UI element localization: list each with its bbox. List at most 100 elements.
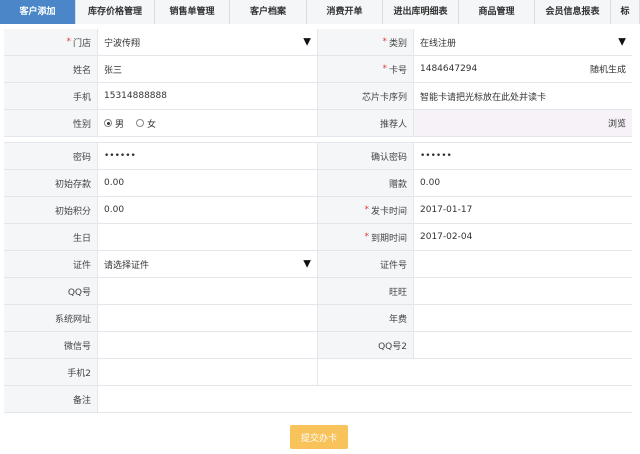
expire-date-input[interactable]: 2017-02-04: [414, 224, 632, 250]
row-qq: QQ号 旺旺: [4, 278, 632, 305]
required-mark: *: [66, 37, 71, 47]
tab-more[interactable]: 标: [611, 0, 640, 24]
referrer-input[interactable]: 浏览: [414, 110, 632, 136]
qq-label: QQ号: [4, 278, 98, 304]
gender-label: 性别: [4, 110, 98, 136]
row-points: 初始积分 0.00 * 发卡时间 2017-01-17: [4, 197, 632, 224]
row-wechat: 微信号 QQ号2: [4, 332, 632, 359]
required-mark: *: [382, 37, 387, 47]
issue-date-value: 2017-01-17: [420, 205, 473, 215]
tab-customer-archive[interactable]: 客户档案: [230, 0, 307, 24]
phone-label: 手机: [4, 83, 98, 109]
password-value: ••••••: [104, 151, 136, 161]
name-label: 姓名: [4, 56, 98, 82]
card-input[interactable]: 1484647294 随机生成: [414, 56, 632, 82]
store-label: * 门店: [4, 29, 98, 55]
certificate-number-label: 证件号: [318, 251, 414, 277]
chip-label: 芯片卡序列: [318, 83, 414, 109]
tab-stock-detail[interactable]: 进出库明细表: [383, 0, 459, 24]
certificate-number-input[interactable]: [414, 251, 632, 277]
points-input[interactable]: 0.00: [98, 197, 318, 223]
phone2-label: 手机2: [4, 359, 98, 385]
certificate-label: 证件: [4, 251, 98, 277]
name-input[interactable]: 张三: [98, 56, 318, 82]
row-birthday: 生日 * 到期时间 2017-02-04: [4, 224, 632, 251]
note-input[interactable]: [98, 386, 632, 412]
tab-consume-order[interactable]: 消费开单: [307, 0, 383, 24]
annual-fee-label: 年费: [318, 305, 414, 331]
deposit-input[interactable]: 0.00: [98, 170, 318, 196]
chip-hint: 智能卡请把光标放在此处并读卡: [420, 92, 547, 103]
row-password: 密码 •••••• 确认密码 ••••••: [4, 143, 632, 170]
phone-value: 15314888888: [104, 91, 167, 101]
gender-male-radio[interactable]: 男: [104, 117, 124, 130]
row-phone2: 手机2: [4, 359, 632, 386]
tab-product-manage[interactable]: 商品管理: [459, 0, 535, 24]
deposit-value: 0.00: [104, 178, 125, 188]
referrer-label: 推荐人: [318, 110, 414, 136]
expire-date-value: 2017-02-04: [420, 232, 473, 242]
gender-group: 男 女: [98, 110, 318, 136]
wechat-label: 微信号: [4, 332, 98, 358]
certificate-value: 请选择证件: [104, 260, 150, 271]
qq2-label: QQ号2: [318, 332, 414, 358]
store-select[interactable]: 宁波传翔 ▼: [98, 29, 318, 55]
points-label: 初始积分: [4, 197, 98, 223]
qq-input[interactable]: [98, 278, 318, 304]
qq2-input[interactable]: [414, 332, 632, 358]
chevron-down-icon: ▼: [303, 258, 311, 270]
wangwang-input[interactable]: [414, 278, 632, 304]
category-label: * 类别: [318, 29, 414, 55]
required-mark: *: [364, 205, 369, 215]
radio-unchecked-icon: [136, 119, 145, 127]
category-value: 在线注册: [420, 38, 457, 49]
phone-input[interactable]: 15314888888: [98, 83, 318, 109]
card-label: * 卡号: [318, 56, 414, 82]
website-label: 系统网址: [4, 305, 98, 331]
issue-date-input[interactable]: 2017-01-17: [414, 197, 632, 223]
gift-label: 赠款: [318, 170, 414, 196]
chevron-down-icon: ▼: [303, 36, 311, 48]
store-label-text: 门店: [72, 38, 91, 49]
wechat-input[interactable]: [98, 332, 318, 358]
tab-sales-order[interactable]: 销售单管理: [155, 0, 230, 24]
customer-form: * 门店 宁波传翔 ▼ * 类别 在线注册 ▼ 姓名 张三 * 卡号 1484647294…: [4, 29, 632, 413]
chip-input[interactable]: 智能卡请把光标放在此处并读卡: [414, 83, 632, 109]
required-mark: *: [382, 64, 387, 74]
note-label: 备注: [4, 386, 98, 412]
random-generate-button[interactable]: 随机生成: [590, 63, 626, 76]
website-input[interactable]: [98, 305, 318, 331]
password-input[interactable]: ••••••: [98, 143, 318, 169]
issue-date-label-text: 发卡时间: [370, 206, 407, 217]
row-note: 备注: [4, 386, 632, 413]
phone2-input[interactable]: [98, 359, 318, 385]
gender-female-label: 女: [147, 119, 157, 130]
row-website: 系统网址 年费: [4, 305, 632, 332]
row-store: * 门店 宁波传翔 ▼ * 类别 在线注册 ▼: [4, 29, 632, 56]
tab-member-report[interactable]: 会员信息报表: [535, 0, 611, 24]
birthday-input[interactable]: [98, 224, 318, 250]
gender-female-radio[interactable]: 女: [136, 117, 156, 130]
annual-fee-input[interactable]: [414, 305, 632, 331]
birthday-label: 生日: [4, 224, 98, 250]
submit-card-button[interactable]: 提交办卡: [290, 425, 348, 449]
browse-button[interactable]: 浏览: [608, 117, 626, 130]
password-label: 密码: [4, 143, 98, 169]
row-certificate: 证件 请选择证件 ▼ 证件号: [4, 251, 632, 278]
category-select[interactable]: 在线注册 ▼: [414, 29, 632, 55]
deposit-label: 初始存款: [4, 170, 98, 196]
row-deposit: 初始存款 0.00 赠款 0.00: [4, 170, 632, 197]
tab-bar: 客户添加 库存价格管理 销售单管理 客户档案 消费开单 进出库明细表 商品管理 …: [0, 0, 640, 24]
card-label-text: 卡号: [388, 65, 407, 76]
row-phone: 手机 15314888888 芯片卡序列 智能卡请把光标放在此处并读卡: [4, 83, 632, 110]
expire-date-label: * 到期时间: [318, 224, 414, 250]
confirm-password-input[interactable]: ••••••: [414, 143, 632, 169]
tab-customer-add[interactable]: 客户添加: [0, 0, 76, 24]
confirm-password-label: 确认密码: [318, 143, 414, 169]
card-value: 1484647294: [420, 64, 478, 74]
tab-stock-price[interactable]: 库存价格管理: [76, 0, 155, 24]
confirm-password-value: ••••••: [420, 151, 452, 161]
certificate-select[interactable]: 请选择证件 ▼: [98, 251, 318, 277]
gift-input[interactable]: 0.00: [414, 170, 632, 196]
store-value: 宁波传翔: [104, 38, 141, 49]
